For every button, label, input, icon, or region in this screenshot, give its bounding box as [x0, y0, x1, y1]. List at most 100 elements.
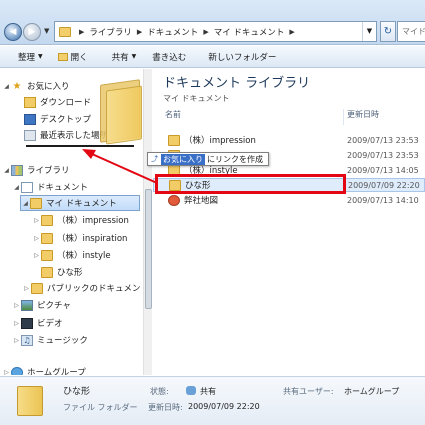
refresh-button[interactable]: ↻: [380, 21, 396, 42]
breadcrumb-my-documents[interactable]: マイ ドキュメント: [214, 26, 285, 38]
star-icon: ★: [12, 80, 22, 92]
drag-target-label: お気に入り: [161, 153, 205, 165]
search-input[interactable]: マイド: [397, 21, 425, 42]
nav-item-folder[interactable]: ▷ （株）impression: [32, 212, 129, 228]
expand-icon[interactable]: ▷: [22, 285, 31, 292]
title-bar: ◀ ▶ ▼ ▶ ライブラリ ▶ ドキュメント ▶ マイ ドキュメント ▶ ▼ ↻…: [0, 0, 425, 45]
nav-item-downloads[interactable]: ダウンロード: [24, 94, 91, 110]
details-name: ひな形: [63, 387, 91, 397]
column-header-date[interactable]: 更新日時: [347, 109, 379, 125]
breadcrumb-documents[interactable]: ドキュメント: [147, 26, 198, 38]
burn-button[interactable]: 書き込む: [152, 46, 186, 67]
nav-item-desktop[interactable]: デスクトップ: [24, 111, 91, 127]
column-header-name[interactable]: 名前: [165, 109, 181, 125]
organize-label: 整理: [18, 52, 36, 63]
nav-item-documents[interactable]: ◢ ドキュメント: [12, 179, 88, 195]
address-dropdown-icon[interactable]: ▼: [362, 22, 376, 41]
expand-icon[interactable]: ◢: [2, 167, 11, 174]
details-state-label: 状態:: [150, 387, 169, 396]
nav-item-public-documents[interactable]: ▷ パブリックのドキュメント: [22, 280, 149, 296]
folder-icon: [41, 266, 53, 278]
expand-icon[interactable]: ▷: [12, 337, 21, 344]
nav-item-folder[interactable]: ▷ （株）inspiration: [32, 230, 127, 246]
breadcrumb-libraries[interactable]: ライブラリ: [89, 26, 132, 38]
folder-large-icon: [17, 386, 43, 416]
history-dropdown-icon[interactable]: ▼: [44, 27, 49, 35]
open-label: 開く: [70, 52, 88, 63]
folder-icon: [41, 214, 53, 226]
nav-item-videos[interactable]: ▷ ビデオ: [12, 315, 63, 331]
details-shared-value: ホームグループ: [344, 387, 400, 396]
share-label: 共有: [111, 52, 129, 63]
nav-item-pictures[interactable]: ▷ ピクチャ: [12, 297, 71, 313]
expand-icon[interactable]: ▷: [12, 302, 21, 309]
chevron-right-icon[interactable]: ▶: [289, 28, 294, 36]
back-button[interactable]: ◀: [4, 23, 22, 41]
details-pane: ひな形 ファイル フォルダー 状態: 共有 更新日時: 2009/07/09 2…: [0, 376, 425, 425]
new-folder-button[interactable]: 新しいフォルダー: [208, 46, 276, 67]
drag-action-label: にリンクを作成: [207, 154, 263, 164]
nav-item-my-documents[interactable]: ◢ マイ ドキュメント: [20, 195, 140, 211]
expand-icon[interactable]: ▷: [32, 252, 41, 259]
expand-icon[interactable]: ▷: [2, 369, 11, 376]
expand-icon[interactable]: ▷: [32, 235, 41, 242]
column-divider[interactable]: [343, 109, 344, 125]
expand-icon[interactable]: ◢: [21, 200, 30, 207]
expand-icon[interactable]: ▷: [12, 320, 21, 327]
file-row[interactable]: （株）impression 2009/07/13 23:53: [153, 133, 425, 147]
nav-label: ひな形: [57, 268, 83, 278]
nav-label: パブリックのドキュメント: [47, 284, 150, 294]
file-date: 2009/07/09 22:20: [348, 180, 420, 190]
nav-item-folder[interactable]: ひな形: [41, 264, 83, 280]
details-modified-value: 2009/07/09 22:20: [188, 402, 260, 411]
details-state-value: 共有: [200, 387, 216, 396]
nav-item-favorites[interactable]: ◢ ★ お気に入り: [2, 78, 69, 94]
folder-icon: [168, 134, 180, 146]
file-date: 2009/07/13 23:53: [347, 150, 419, 160]
chevron-down-icon: ▼: [38, 53, 43, 60]
share-button[interactable]: 共有 ▼: [112, 46, 137, 67]
pictures-icon: [21, 299, 33, 311]
nav-scrollbar[interactable]: [143, 69, 152, 375]
map-file-icon: [168, 194, 180, 206]
nav-label: ビデオ: [37, 319, 63, 329]
file-date: 2009/07/13 14:05: [347, 165, 419, 175]
details-type: ファイル フォルダー: [63, 403, 138, 412]
forward-button[interactable]: ▶: [23, 23, 41, 41]
drag-ghost-front: [106, 85, 142, 145]
videos-icon: [21, 317, 33, 329]
chevron-right-icon[interactable]: ▶: [137, 28, 142, 36]
expand-icon[interactable]: ◢: [2, 83, 11, 90]
scrollbar-thumb[interactable]: [145, 189, 152, 309]
documents-icon: [21, 181, 33, 193]
nav-label: （株）impression: [57, 216, 129, 226]
folder-icon: [41, 249, 53, 261]
chevron-right-icon[interactable]: ▶: [79, 28, 84, 36]
chevron-right-icon[interactable]: ▶: [203, 28, 208, 36]
downloads-icon: [24, 96, 36, 108]
nav-label: （株）inspiration: [57, 234, 128, 244]
folder-icon: [59, 26, 71, 37]
folder-icon: [31, 282, 43, 294]
link-arrow-icon: ⤴: [151, 155, 158, 163]
file-date: 2009/07/13 23:53: [347, 135, 419, 145]
file-list-pane: ドキュメント ライブラリ マイ ドキュメント 名前 更新日時 （株）impres…: [153, 69, 425, 375]
chevron-down-icon: ▼: [131, 53, 137, 60]
expand-icon[interactable]: ▷: [32, 217, 41, 224]
music-icon: ♫: [21, 334, 33, 346]
open-button[interactable]: 開く: [57, 46, 88, 67]
burn-label: 書き込む: [152, 52, 187, 63]
expand-icon[interactable]: ◢: [12, 184, 21, 191]
details-modified-label: 更新日時:: [148, 403, 183, 412]
nav-item-libraries[interactable]: ◢ ライブラリ: [2, 162, 70, 178]
folder-icon: [41, 232, 53, 244]
organize-button[interactable]: 整理 ▼: [18, 46, 43, 67]
nav-item-homegroup[interactable]: ▷ ホームグループ: [2, 364, 86, 375]
nav-item-music[interactable]: ▷ ♫ ミュージック: [12, 332, 88, 348]
file-date: 2009/07/13 14:10: [347, 195, 419, 205]
nav-item-folder[interactable]: ▷ （株）instyle: [32, 247, 111, 263]
file-row[interactable]: 弊社地図 2009/07/13 14:10: [153, 193, 425, 207]
address-bar[interactable]: ▶ ライブラリ ▶ ドキュメント ▶ マイ ドキュメント ▶ ▼: [54, 21, 377, 42]
nav-label: （株）instyle: [57, 251, 111, 261]
recent-places-icon: [24, 129, 36, 141]
